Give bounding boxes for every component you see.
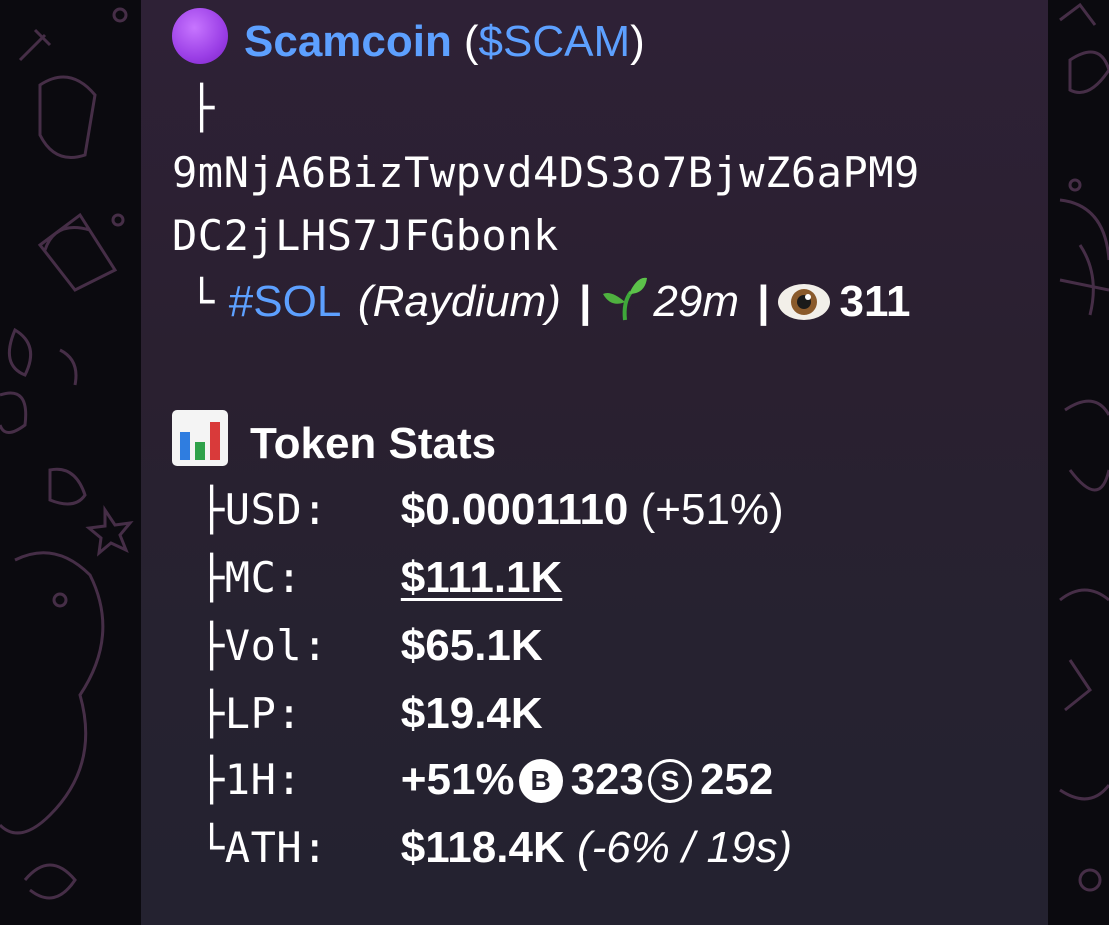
- stats-title: Token Stats: [250, 419, 497, 468]
- ath-label: ATH:: [224, 823, 328, 872]
- buys-icon: B: [518, 759, 563, 803]
- row-branch: ├: [199, 755, 225, 804]
- stat-row-1h: ├1H: +51% B 323 S 252: [199, 750, 773, 810]
- ath-value: $118.4K: [400, 823, 565, 872]
- contract-address-line2[interactable]: DC2jLHS7JFGbonk: [172, 206, 559, 266]
- meta-branch: └: [189, 277, 215, 326]
- usd-label: USD:: [224, 485, 328, 534]
- vol-label: Vol:: [224, 621, 328, 670]
- message-bubble: Scamcoin ($SCAM) ├ 9mNjA6BizTwpvd4DS3o7Bj…: [141, 0, 1048, 925]
- row-branch: ├: [199, 689, 225, 738]
- ticker-link[interactable]: $SCAM: [479, 17, 631, 66]
- token-meta: └ #SOL (Raydium) | 29m | 311: [189, 272, 911, 340]
- vol-value: $65.1K: [400, 621, 543, 670]
- seedling-icon: [601, 274, 649, 338]
- age-value: 29m: [653, 277, 739, 326]
- stat-row-vol: ├Vol: $65.1K: [199, 616, 543, 676]
- buys-count: 323: [570, 755, 644, 804]
- separator: |: [579, 277, 592, 326]
- usd-change: (+51%): [640, 485, 784, 534]
- row-branch: ├: [199, 485, 225, 534]
- chain-hashtag[interactable]: #SOL: [229, 277, 340, 326]
- stat-row-ath: └ATH: $118.4K (-6% / 19s): [199, 818, 792, 878]
- token-header: Scamcoin ($SCAM): [172, 8, 645, 72]
- token-name-link[interactable]: Scamcoin: [244, 17, 452, 66]
- purple-circle-icon: [172, 8, 228, 64]
- mc-value-link[interactable]: $111.1K: [401, 553, 563, 602]
- contract-address-line1[interactable]: 9mNjA6BizTwpvd4DS3o7BjwZ6aPM9: [172, 143, 920, 203]
- lp-value: $19.4K: [400, 689, 543, 738]
- stat-row-lp: ├LP: $19.4K: [199, 684, 543, 744]
- row-branch: ├: [199, 553, 225, 602]
- 1h-label: 1H:: [224, 755, 303, 804]
- ticker-close: ): [630, 17, 645, 66]
- eye-icon: [776, 280, 832, 340]
- views-count: 311: [839, 277, 911, 326]
- address-branch: ├: [189, 83, 215, 132]
- 1h-change: +51%: [400, 755, 515, 804]
- sells-count: 252: [699, 755, 774, 804]
- row-branch: └: [199, 823, 225, 872]
- dex-name: (Raydium): [357, 277, 561, 326]
- stats-header: Token Stats: [172, 410, 496, 474]
- ticker-open: (: [463, 17, 479, 66]
- stat-row-usd: ├USD: $0.0001110 (+51%): [199, 480, 784, 540]
- sells-icon: S: [647, 759, 692, 803]
- ath-change: (-6% / 19s): [576, 823, 793, 872]
- lp-label: LP:: [224, 689, 303, 738]
- row-branch: ├: [199, 621, 225, 670]
- mc-label: MC:: [224, 553, 303, 602]
- separator-2: |: [757, 277, 770, 326]
- bar-chart-icon: [172, 410, 228, 466]
- usd-value: $0.0001110: [400, 485, 629, 534]
- stat-row-mc: ├MC: $111.1K: [199, 548, 562, 608]
